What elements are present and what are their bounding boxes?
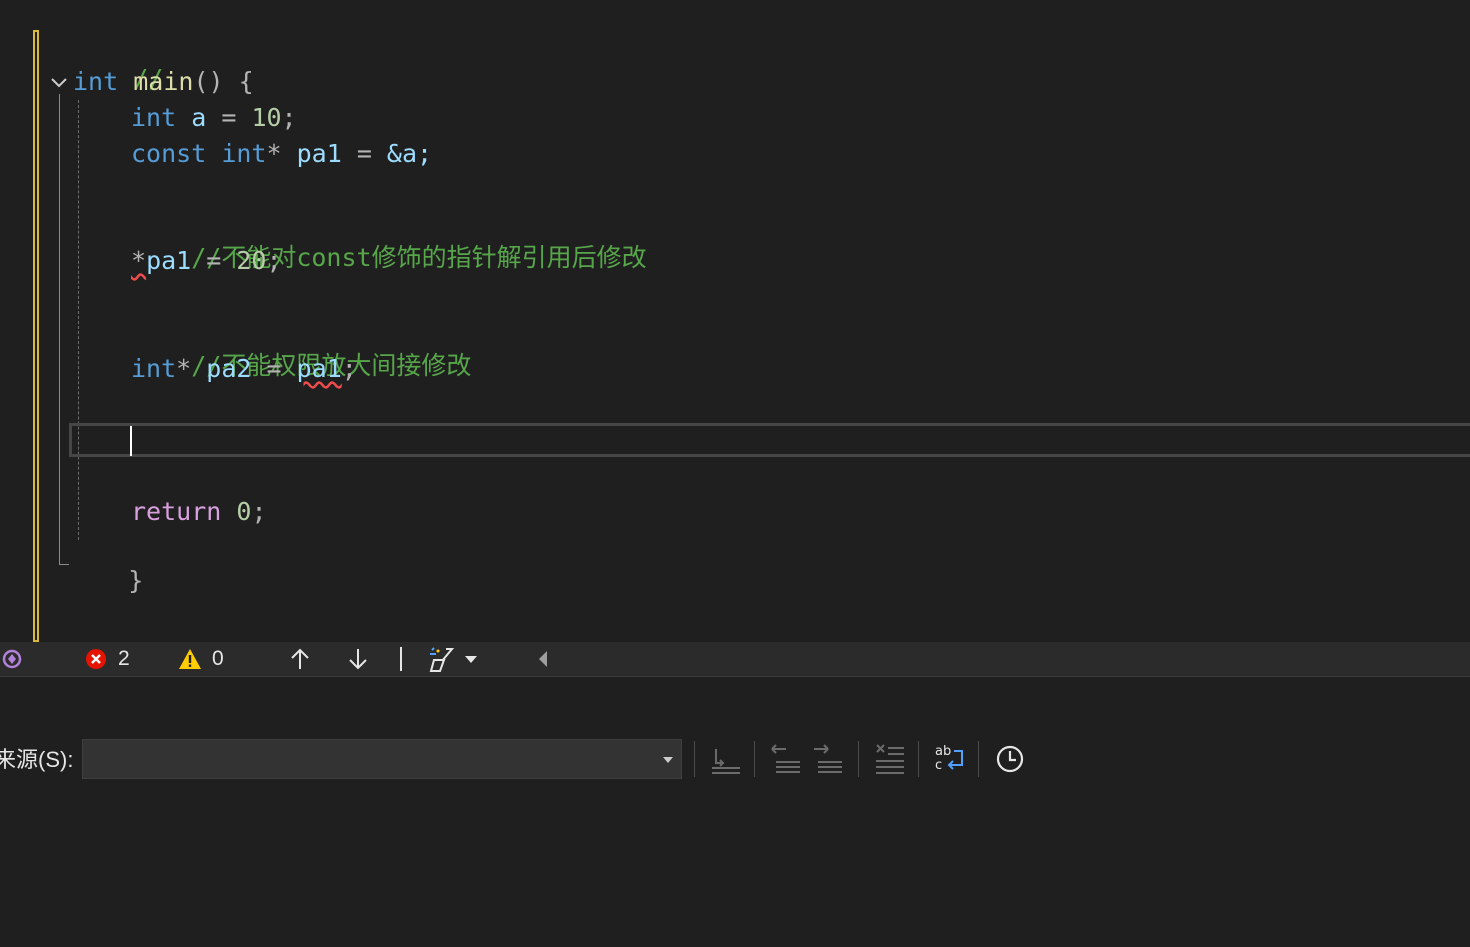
outline-collapse-line [59, 94, 60, 564]
variable: pa1 [146, 246, 192, 275]
keyword: int [131, 103, 177, 132]
number: 10 [251, 103, 282, 132]
punctuation: ; [251, 497, 267, 526]
toolbar-separator [918, 741, 919, 777]
keyword: int [221, 139, 267, 168]
toolbar-separator [858, 741, 859, 777]
indent-guide [78, 100, 79, 540]
output-panel [0, 676, 1470, 947]
find-previous-icon[interactable] [768, 741, 804, 777]
error-icon[interactable] [85, 648, 107, 670]
svg-text:c: c [935, 758, 942, 773]
punctuation: ; [266, 246, 282, 275]
current-line-highlight [69, 423, 1470, 457]
keyword: const [131, 139, 207, 168]
code-line-4: const int* pa1 = &a; [131, 137, 432, 171]
warning-count[interactable]: 0 [212, 642, 224, 676]
code-line-10: } [68, 530, 143, 595]
operator: = [206, 103, 252, 132]
control-keyword: return [131, 497, 222, 526]
editor-status-bar: 2 0 [0, 642, 1470, 676]
goto-line-icon[interactable] [708, 741, 744, 777]
punctuation: ; [281, 103, 297, 132]
closing-brace: } [128, 566, 144, 595]
function-name: main [133, 67, 194, 96]
punctuation: () { [193, 67, 254, 96]
cleanup-brush-icon[interactable] [428, 646, 456, 672]
operator: = [191, 246, 237, 275]
operator: = [341, 139, 387, 168]
code-line-9: return 0; [131, 495, 267, 529]
arrow-down-icon[interactable] [346, 647, 370, 671]
keyword: int [131, 354, 177, 383]
code-line-7: //不能权限放大间接修改 [131, 315, 471, 380]
warning-icon[interactable] [178, 648, 202, 670]
address-expression: &a; [386, 139, 433, 168]
toolbar-separator [754, 741, 755, 777]
operator-error[interactable]: * [131, 246, 146, 275]
code-editor[interactable]: // int main() { int a = 10; const int* p… [0, 0, 1470, 642]
find-next-icon[interactable] [810, 741, 846, 777]
code-line-6: *pa1 = 20; [131, 244, 282, 278]
number: 20 [236, 246, 267, 275]
code-line-1: // [73, 28, 163, 93]
horizontal-scrollbar[interactable] [527, 642, 1470, 676]
status-separator [400, 647, 402, 671]
toggle-word-wrap-icon[interactable]: ab c [932, 741, 968, 777]
variable: pa1 [296, 139, 342, 168]
collapse-chevron-icon[interactable] [50, 76, 68, 90]
error-count[interactable]: 2 [118, 642, 130, 676]
text-caret [130, 426, 132, 456]
keyword: int [73, 67, 119, 96]
code-line-5: //不能对const修饰的指针解引用后修改 [131, 207, 646, 272]
dropdown-caret-icon[interactable] [464, 654, 478, 664]
output-source-select[interactable] [82, 739, 682, 779]
intellicode-icon[interactable] [0, 646, 26, 672]
variable-error[interactable]: pa1 [297, 354, 342, 383]
code-line-3: int a = 10; [131, 101, 297, 135]
variable: a [191, 103, 207, 132]
operator: = [251, 354, 297, 383]
show-timestamps-icon[interactable] [992, 741, 1028, 777]
operator: * [176, 354, 192, 383]
toolbar-separator [978, 741, 979, 777]
code-line-8: int* pa2 = pa1; [131, 352, 357, 386]
svg-text:ab: ab [935, 744, 951, 759]
chevron-down-icon[interactable] [661, 755, 675, 765]
arrow-up-icon[interactable] [288, 647, 312, 671]
scroll-left-icon[interactable] [537, 650, 549, 668]
code-line-2: int main() { [73, 65, 254, 99]
change-tracking-bar [33, 30, 39, 642]
number: 0 [236, 497, 252, 526]
punctuation: ; [341, 354, 357, 383]
operator: * [266, 139, 282, 168]
variable: pa2 [206, 354, 252, 383]
toolbar-separator [694, 741, 695, 777]
clear-all-icon[interactable] [872, 741, 908, 777]
output-source-label: 来源(S): [0, 747, 74, 772]
